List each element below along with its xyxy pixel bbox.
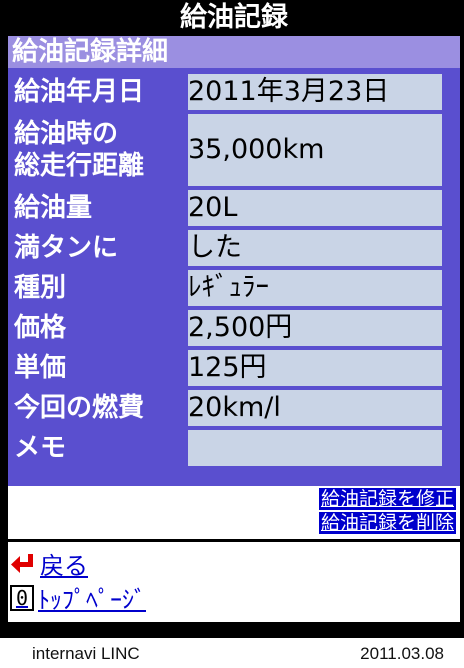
delete-record-link[interactable]: 給油記録を削除: [318, 512, 456, 534]
page-title: 給油記録: [8, 0, 460, 36]
table-row: 今回の燃費 20km/l: [14, 390, 442, 426]
row-value-odometer: 35,000km: [188, 114, 442, 186]
section-title: 給油記録詳細: [8, 36, 460, 68]
row-label-unit-price: 単価: [14, 350, 184, 386]
row-value-date: 2011年3月23日: [188, 74, 442, 110]
phone-screen: 給油記録 給油記録詳細 給油年月日 2011年3月23日 給油時の 総走行距離 …: [8, 0, 460, 622]
row-value-amount: 20L: [188, 190, 442, 226]
footer-device-name: internavi LINC: [32, 644, 140, 663]
footer-date: 2011.03.08: [360, 644, 444, 663]
phone-frame: 給油記録 給油記録詳細 給油年月日 2011年3月23日 給油時の 総走行距離 …: [0, 0, 464, 638]
row-label-date: 給油年月日: [14, 74, 184, 110]
divider: [8, 539, 460, 542]
table-row: 給油時の 総走行距離 35,000km: [14, 114, 442, 186]
table-row: メモ: [14, 430, 442, 466]
row-label-fuel-type: 種別: [14, 270, 184, 306]
detail-table: 給油年月日 2011年3月23日 給油時の 総走行距離 35,000km 給油量…: [10, 70, 446, 470]
detail-table-container: 給油年月日 2011年3月23日 給油時の 総走行距離 35,000km 給油量…: [8, 68, 460, 486]
table-row: 種別 ﾚｷﾞｭﾗｰ: [14, 270, 442, 306]
row-value-price: 2,500円: [188, 310, 442, 346]
back-arrow-icon: [10, 551, 36, 576]
row-value-memo: [188, 430, 442, 466]
top-page-link-label: ﾄｯﾌﾟﾍﾟｰｼﾞ: [38, 586, 146, 614]
record-actions: 給油記録を修正 給油記録を削除: [318, 488, 456, 536]
footer: internavi LINC 2011.03.08: [0, 638, 464, 668]
row-label-price: 価格: [14, 310, 184, 346]
row-value-unit-price: 125円: [188, 350, 442, 386]
edit-record-link[interactable]: 給油記録を修正: [318, 488, 456, 510]
row-value-fuel-economy: 20km/l: [188, 390, 442, 426]
row-value-full-tank: した: [188, 230, 442, 266]
table-row: 給油量 20L: [14, 190, 442, 226]
row-label-memo: メモ: [14, 430, 184, 466]
table-row: 給油年月日 2011年3月23日: [14, 74, 442, 110]
key-0-icon: 0: [10, 584, 34, 611]
row-label-fuel-economy: 今回の燃費: [14, 390, 184, 426]
row-label-full-tank: 満タンに: [14, 230, 184, 266]
row-label-amount: 給油量: [14, 190, 184, 226]
back-link[interactable]: 戻る: [10, 546, 88, 581]
back-link-label: 戻る: [40, 552, 88, 580]
row-value-fuel-type: ﾚｷﾞｭﾗｰ: [188, 270, 442, 306]
top-page-link[interactable]: 0 ﾄｯﾌﾟﾍﾟｰｼﾞ: [10, 580, 146, 615]
table-row: 満タンに した: [14, 230, 442, 266]
table-row: 価格 2,500円: [14, 310, 442, 346]
table-row: 単価 125円: [14, 350, 442, 386]
row-label-odometer: 給油時の 総走行距離: [14, 114, 184, 186]
